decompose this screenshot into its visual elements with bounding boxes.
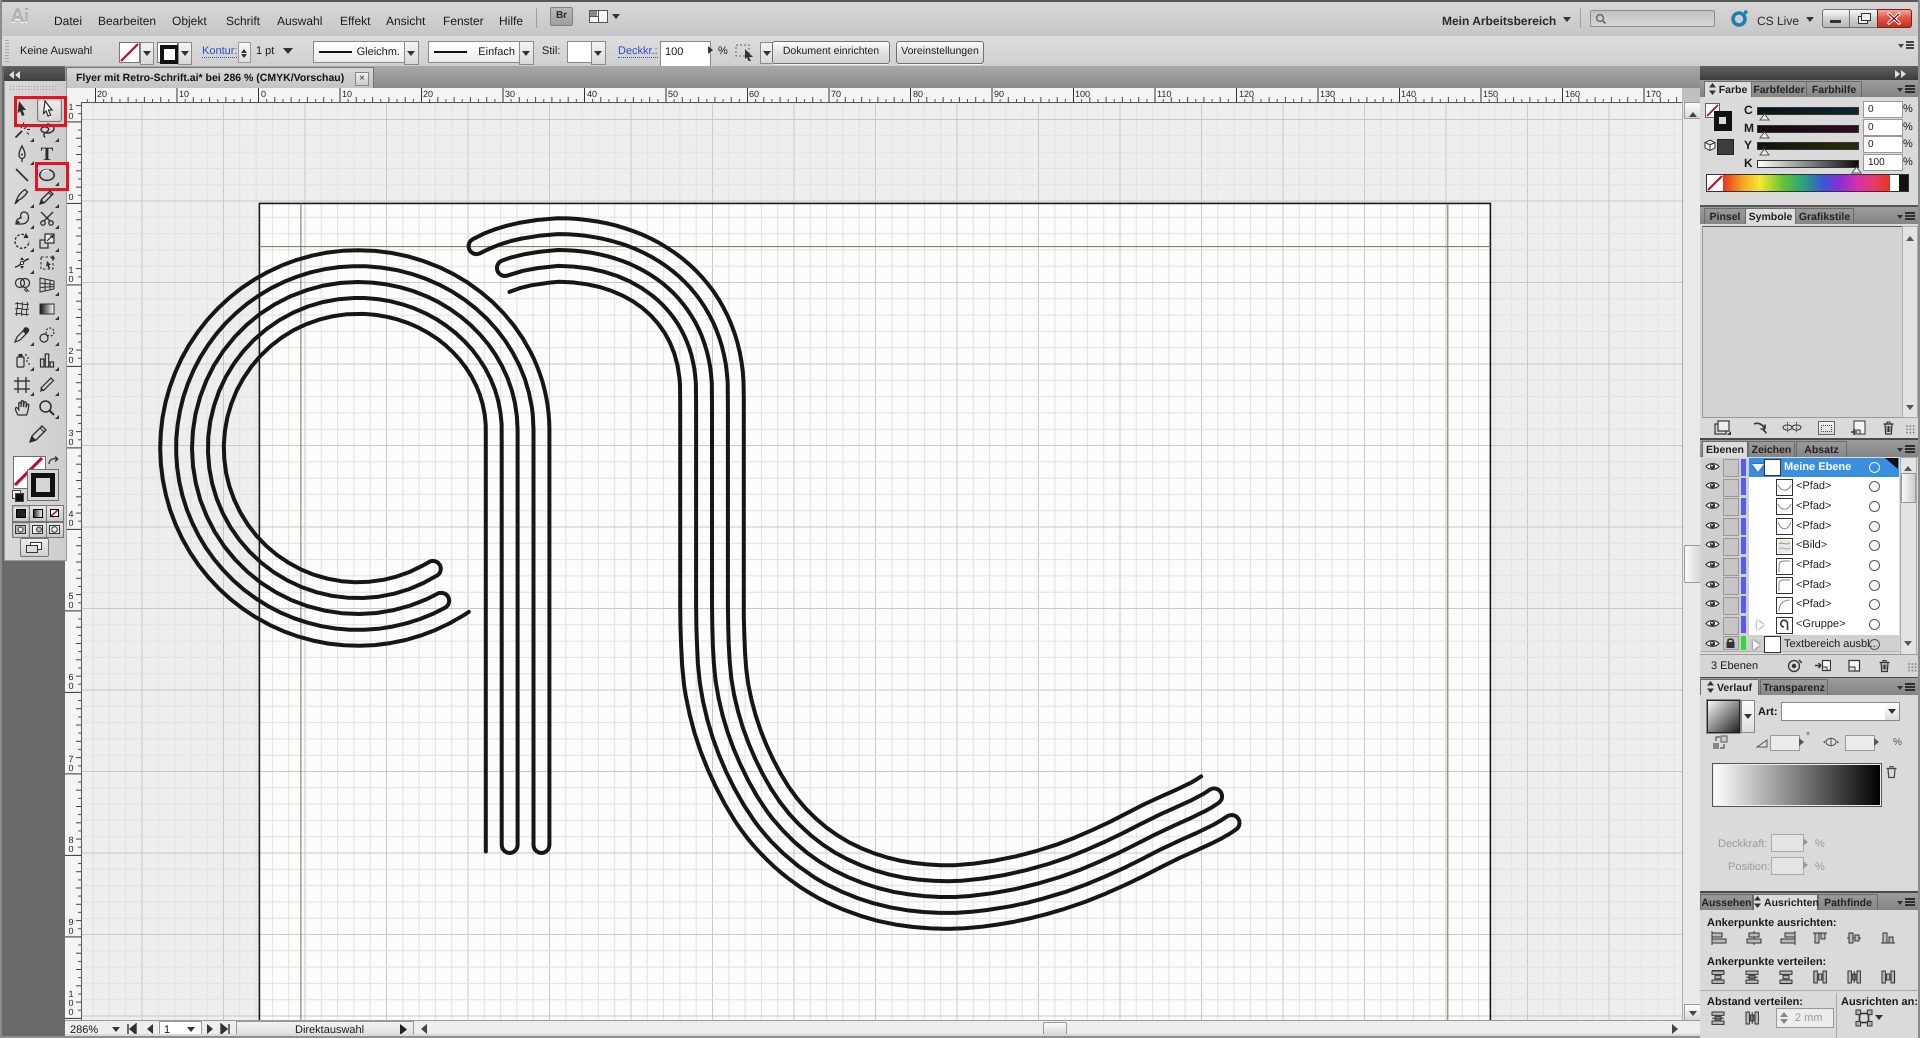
svg-text:T: T: [41, 144, 54, 164]
